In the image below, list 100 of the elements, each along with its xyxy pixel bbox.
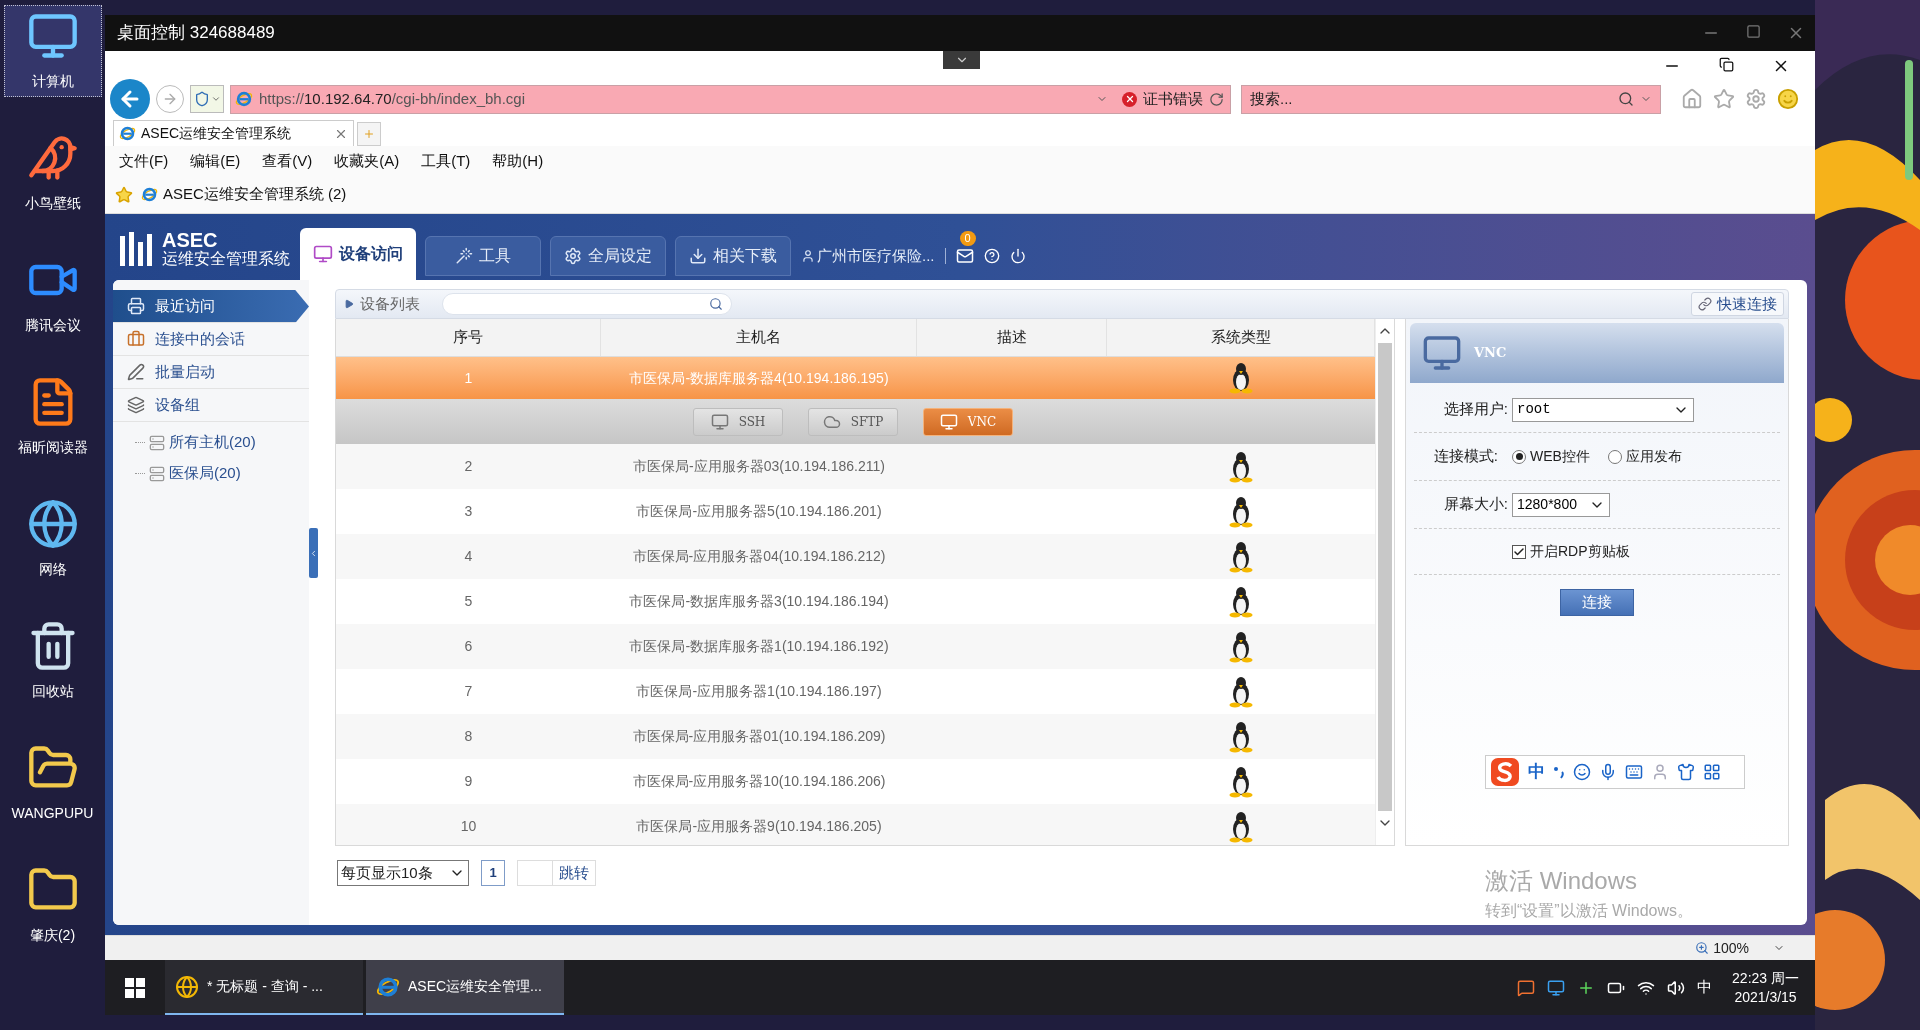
table-row[interactable]: 10 市医保局-应用服务器9(10.194.186.205) (336, 804, 1375, 845)
nav-tab[interactable]: 相关下载 (675, 236, 791, 276)
volume-icon[interactable] (1667, 978, 1686, 997)
penguin-icon (1229, 765, 1253, 798)
help-icon[interactable] (983, 248, 1000, 264)
smiley-icon[interactable] (1777, 88, 1799, 110)
desktop-icon[interactable]: 回收站 (3, 615, 102, 707)
column-header[interactable]: 主机名 (601, 319, 917, 356)
size-select[interactable]: 1280*800 (1512, 492, 1610, 517)
collapse-tab[interactable] (943, 51, 980, 69)
emoji-icon[interactable] (1573, 763, 1591, 781)
connect-button[interactable]: SFTP (808, 407, 898, 436)
tray-icon[interactable] (1547, 978, 1566, 997)
keyboard-icon[interactable] (1625, 763, 1643, 781)
search-icon (1618, 91, 1634, 107)
home-icon[interactable] (1681, 88, 1703, 110)
table-cell-text: 市医保局-数据库服务器1(10.194.186.192) (628, 637, 890, 656)
menu-item[interactable]: 收藏夹(A) (334, 149, 400, 173)
sidebar-item[interactable]: 最近访问 (113, 290, 309, 323)
shirt-icon[interactable] (1677, 763, 1695, 781)
user-select[interactable]: root (1512, 397, 1694, 422)
list-search-field[interactable] (442, 293, 732, 315)
table-cell-text: 1 (463, 368, 474, 388)
power-icon[interactable] (1009, 248, 1026, 264)
table-row[interactable]: 4 市医保局-应用服务器04(10.194.186.212) (336, 534, 1375, 579)
monitor-icon (710, 412, 729, 431)
mode-radio[interactable]: 应用发布 (1607, 446, 1682, 467)
scroll-thumb[interactable] (1378, 343, 1392, 811)
table-row[interactable]: 8 市医保局-应用服务器01(10.194.186.209) (336, 714, 1375, 759)
settings-icon[interactable] (1745, 88, 1767, 110)
gear-icon (564, 247, 582, 265)
refresh-icon[interactable] (1209, 91, 1224, 107)
connect-button[interactable]: 连接 (1560, 589, 1634, 616)
window-title: 桌面控制 324688489 (117, 22, 275, 45)
search-icon (709, 297, 723, 311)
menu-item[interactable]: 编辑(E) (190, 149, 241, 173)
zoom-level[interactable]: 100% (1713, 937, 1749, 959)
sidebar-item[interactable]: 连接中的会话 (113, 323, 309, 356)
column-header[interactable]: 描述 (917, 319, 1107, 356)
cert-error-link[interactable]: 证书错误 (1143, 87, 1203, 111)
page-button[interactable]: 1 (481, 860, 505, 886)
address-field[interactable]: https://10.192.64.70/cgi-bh/index_bh.cgi 证书错误 (230, 84, 1231, 114)
desktop-icon[interactable]: 腾讯会议 (3, 249, 102, 341)
mode-radio[interactable]: WEB控件 (1512, 446, 1590, 467)
nav-tab[interactable]: 设备访问 (300, 228, 416, 280)
expand-icon[interactable] (344, 299, 354, 309)
clock[interactable]: 22:23 周一 2021/3/15 (1732, 968, 1799, 1007)
clipboard-checkbox[interactable]: 开启RDP剪贴板 (1512, 541, 1630, 562)
favorite-link[interactable]: ASEC运维安全管理系统 (2) (141, 183, 347, 206)
wand-icon (455, 247, 473, 265)
splitter-handle[interactable] (309, 528, 318, 578)
desktop-icon[interactable]: 小鸟壁纸 (3, 127, 102, 219)
input-method[interactable]: 中 (1697, 976, 1713, 999)
punctuation-icon (1553, 765, 1565, 779)
security-button[interactable] (190, 85, 224, 113)
restore-icon[interactable] (1719, 57, 1734, 72)
taskbar-item[interactable]: ASEC运维安全管理... (366, 960, 564, 1015)
table-row[interactable]: 6 市医保局-数据库服务器1(10.194.186.192) (336, 624, 1375, 669)
desktop-icon[interactable]: WANGPUPU (3, 737, 102, 829)
logo-subtitle: 运维安全管理系统 (162, 251, 290, 268)
desktop-icon[interactable]: 福昕阅读器 (3, 371, 102, 463)
page-size-select[interactable]: 每页显示10条 (337, 860, 469, 886)
desktop-icon[interactable]: 网络 (3, 493, 102, 585)
chevron-icon (309, 548, 318, 558)
jump-button[interactable]: 跳转 (553, 860, 596, 886)
start-icon[interactable] (125, 977, 145, 998)
menu-item[interactable]: 文件(F) (119, 149, 169, 173)
desktop-icon[interactable]: 计算机 (3, 5, 102, 97)
column-header[interactable]: 序号 (336, 319, 601, 356)
jump-field[interactable] (517, 860, 553, 886)
nav-tab[interactable]: 全局设定 (550, 236, 666, 276)
nav-tab[interactable]: 工具 (425, 236, 541, 276)
table-row[interactable]: 2 市医保局-应用服务器03(10.194.186.211) (336, 444, 1375, 489)
quick-connect-button[interactable]: 快速连接 (1691, 292, 1784, 316)
activation-text: 转到“设置”以激活 Windows。 (1485, 901, 1693, 921)
desktop-icon[interactable]: 肇庆(2) (3, 859, 102, 951)
user-icon[interactable] (1651, 763, 1669, 781)
microphone-icon[interactable] (1599, 763, 1617, 781)
tree-item[interactable]: 医保局(20) (135, 461, 309, 486)
penguin-icon (1229, 585, 1253, 618)
tree-item[interactable]: 所有主机(20) (135, 430, 309, 455)
maximize-icon[interactable] (1746, 24, 1761, 39)
user-name[interactable]: 广州市医疗保险... (817, 244, 935, 268)
browser-tab[interactable]: ASEC运维安全管理系统 (113, 120, 354, 146)
menu-item[interactable]: 帮助(H) (492, 149, 544, 173)
back-button[interactable] (110, 79, 150, 119)
taskbar-item[interactable]: * 无标题 - 查询 - ... (165, 960, 363, 1015)
grid-icon[interactable] (1703, 763, 1721, 781)
connect-button[interactable]: SSH (693, 407, 783, 436)
sidebar-item[interactable]: 批量启动 (113, 356, 309, 389)
search-field[interactable]: 搜索... (1241, 84, 1661, 114)
tray-icon[interactable] (1517, 978, 1536, 997)
menu-item[interactable]: 工具(T) (421, 149, 471, 173)
forward-icon (162, 91, 178, 107)
scrollbar[interactable] (1375, 319, 1394, 845)
field-label: 屏幕大小: (1442, 494, 1509, 515)
sidebar-item[interactable]: 设备组 (113, 389, 309, 422)
menu-item[interactable]: 查看(V) (262, 149, 313, 173)
pen-icon (127, 363, 145, 381)
star-icon[interactable] (1713, 88, 1735, 110)
